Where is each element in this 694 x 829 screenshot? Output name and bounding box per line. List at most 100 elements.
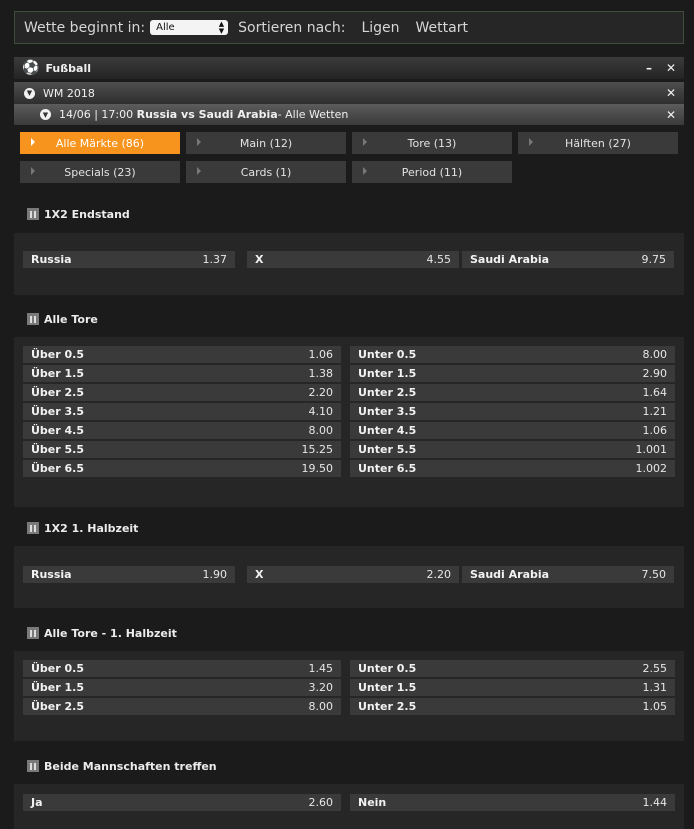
odd-over[interactable]: Über 2.5 2.20 [23, 384, 341, 401]
tab-main[interactable]: Main (12) [186, 132, 346, 154]
outcome-label: Nein [358, 796, 387, 809]
outcome-label: Über 2.5 [31, 700, 85, 713]
outcome-odd: 1.45 [308, 662, 334, 675]
market-header-1x2-half[interactable]: 1X2 1. Halbzeit [14, 509, 684, 547]
select-arrows-icon: ▲ ▼ [218, 19, 225, 35]
odd-under[interactable]: Unter 2.5 1.64 [350, 384, 675, 401]
outcome-odd: 19.50 [301, 462, 334, 475]
outcome-odd: 4.55 [426, 253, 452, 266]
outcome-label: Unter 1.5 [358, 367, 417, 380]
outcome-odd: 1.64 [642, 386, 668, 399]
odd-away[interactable]: Saudi Arabia 7.50 [462, 566, 674, 583]
odd-away[interactable]: Saudi Arabia 9.75 [462, 251, 674, 268]
outcome-label: Unter 2.5 [358, 700, 417, 713]
close-icon[interactable]: ✕ [666, 108, 676, 122]
odd-no[interactable]: Nein 1.44 [350, 794, 675, 811]
sort-bettype-link[interactable]: Wettart [416, 20, 468, 36]
outcome-label: X [255, 253, 264, 266]
outcome-label: Über 6.5 [31, 462, 85, 475]
tab-cards[interactable]: Cards (1) [186, 161, 346, 183]
stats-icon [27, 760, 39, 772]
outcome-label: Unter 3.5 [358, 405, 417, 418]
outcome-odd: 2.60 [308, 796, 334, 809]
odd-over[interactable]: Über 2.5 8.00 [23, 698, 341, 715]
market-title: Alle Tore - 1. Halbzeit [44, 626, 177, 640]
outcome-label: Über 0.5 [31, 348, 85, 361]
odd-over[interactable]: Über 1.5 1.38 [23, 365, 341, 382]
outcome-label: Über 4.5 [31, 424, 85, 437]
triangle-right-icon [529, 138, 533, 146]
outcome-odd: 7.50 [641, 568, 667, 581]
odd-over[interactable]: Über 6.5 19.50 [23, 460, 341, 477]
odd-over[interactable]: Über 4.5 8.00 [23, 422, 341, 439]
outcome-label: Über 1.5 [31, 681, 85, 694]
odd-home[interactable]: Russia 1.90 [23, 566, 235, 583]
tab-period[interactable]: Period (11) [352, 161, 512, 183]
market-header-btts[interactable]: Beide Mannschaften treffen [14, 747, 684, 785]
odd-under[interactable]: Unter 6.5 1.002 [350, 460, 675, 477]
market-header-1x2[interactable]: 1X2 Endstand [14, 195, 684, 233]
sport-title: Fußball [45, 61, 91, 75]
odd-over[interactable]: Über 0.5 1.06 [23, 346, 341, 363]
outcome-odd: 8.00 [308, 424, 334, 437]
tab-halves[interactable]: Hälften (27) [518, 132, 678, 154]
tab-label: Tore (13) [407, 136, 457, 150]
odd-yes[interactable]: Ja 2.60 [23, 794, 341, 811]
odd-over[interactable]: Über 3.5 4.10 [23, 403, 341, 420]
sort-leagues-link[interactable]: Ligen [361, 20, 399, 36]
minimize-icon[interactable]: – [646, 61, 652, 75]
market-title: Alle Tore [44, 312, 98, 326]
stats-icon [27, 522, 39, 534]
market-title: Beide Mannschaften treffen [44, 759, 217, 773]
tab-label: Period (11) [401, 165, 463, 179]
sport-header[interactable]: ⚽ Fußball – ✕ [14, 57, 684, 79]
triangle-right-icon [31, 167, 35, 175]
outcome-label: Über 5.5 [31, 443, 85, 456]
odd-home[interactable]: Russia 1.37 [23, 251, 235, 268]
outcome-label: X [255, 568, 264, 581]
outcome-odd: 1.38 [308, 367, 334, 380]
odd-draw[interactable]: X 4.55 [247, 251, 459, 268]
market-panel-goals-half: Über 0.5 1.45 Unter 0.5 2.55 Über 1.5 3.20 Unt… [14, 651, 684, 741]
odd-under[interactable]: Unter 0.5 8.00 [350, 346, 675, 363]
outcome-odd: 1.06 [642, 424, 668, 437]
tab-all-markets[interactable]: Alle Märkte (86) [20, 132, 180, 154]
outcome-label: Über 1.5 [31, 367, 85, 380]
outcome-odd: 8.00 [642, 348, 668, 361]
odd-under[interactable]: Unter 2.5 1.05 [350, 698, 675, 715]
market-header-goals[interactable]: Alle Tore [14, 300, 684, 338]
tab-goals[interactable]: Tore (13) [352, 132, 512, 154]
market-title: 1X2 Endstand [44, 207, 130, 221]
league-title: WM 2018 [43, 86, 95, 100]
triangle-right-icon [197, 167, 201, 175]
match-suffix: - Alle Wetten [277, 108, 349, 121]
time-filter-value: Alle [156, 22, 175, 33]
odd-over[interactable]: Über 5.5 15.25 [23, 441, 341, 458]
odd-under[interactable]: Unter 1.5 2.90 [350, 365, 675, 382]
odd-over[interactable]: Über 1.5 3.20 [23, 679, 341, 696]
odd-under[interactable]: Unter 1.5 1.31 [350, 679, 675, 696]
outcome-label: Unter 5.5 [358, 443, 417, 456]
close-icon[interactable]: ✕ [666, 86, 676, 100]
league-header[interactable]: ▼ WM 2018 ✕ [14, 82, 684, 104]
time-filter-select[interactable]: Alle ▲ ▼ [150, 19, 229, 35]
tab-specials[interactable]: Specials (23) [20, 161, 180, 183]
odd-under[interactable]: Unter 5.5 1.001 [350, 441, 675, 458]
odd-under[interactable]: Unter 4.5 1.06 [350, 422, 675, 439]
outcome-odd: 1.05 [642, 700, 668, 713]
chevron-down-icon: ▼ [40, 109, 51, 120]
odd-draw[interactable]: X 2.20 [247, 566, 459, 583]
tab-label: Hälften (27) [565, 136, 631, 150]
tab-label: Main (12) [239, 136, 293, 150]
odd-under[interactable]: Unter 0.5 2.55 [350, 660, 675, 677]
market-header-goals-half[interactable]: Alle Tore - 1. Halbzeit [14, 614, 684, 652]
outcome-label: Saudi Arabia [470, 253, 550, 266]
outcome-odd: 4.10 [308, 405, 334, 418]
odd-over[interactable]: Über 0.5 1.45 [23, 660, 341, 677]
odd-under[interactable]: Unter 3.5 1.21 [350, 403, 675, 420]
outcome-label: Unter 1.5 [358, 681, 417, 694]
outcome-odd: 3.20 [308, 681, 334, 694]
close-icon[interactable]: ✕ [666, 61, 676, 75]
match-header[interactable]: ▼ 14/06 | 17:00 Russia vs Saudi Arabia -… [14, 104, 684, 125]
stats-icon [27, 208, 39, 220]
